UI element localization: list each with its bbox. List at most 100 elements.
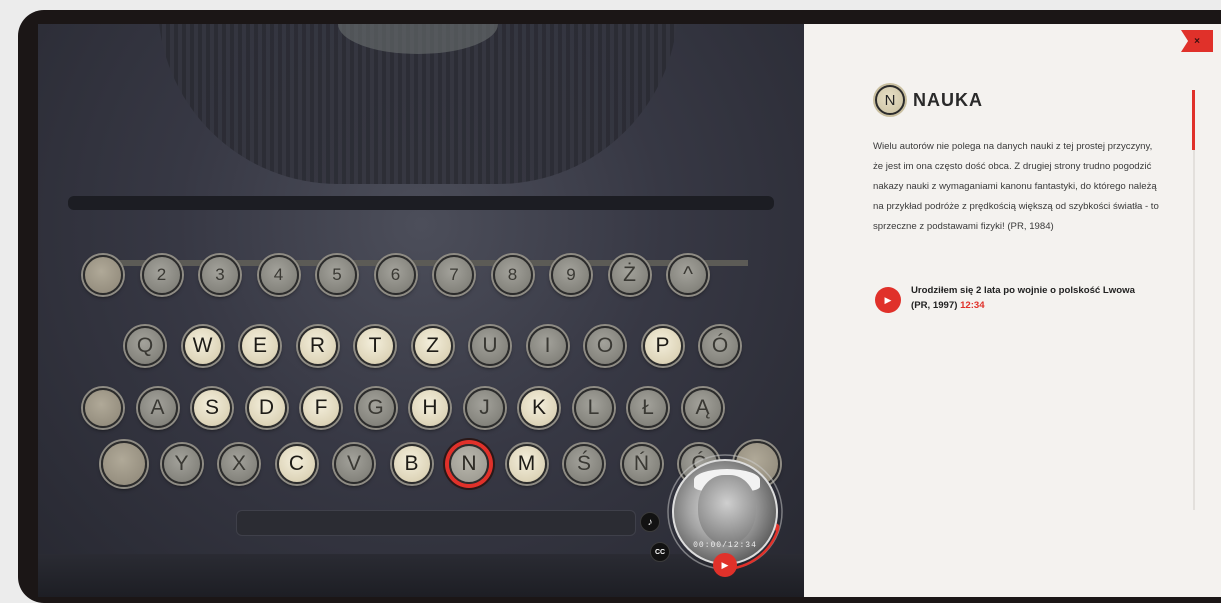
portrait-face bbox=[698, 475, 756, 545]
entry-title: NAUKA bbox=[913, 89, 983, 110]
key-w[interactable]: W bbox=[182, 326, 223, 366]
key-label: B bbox=[404, 452, 419, 475]
key-r[interactable]: R bbox=[297, 326, 338, 366]
key-f[interactable]: F bbox=[301, 388, 341, 428]
key-u[interactable]: U bbox=[470, 326, 510, 366]
key-q[interactable]: Q bbox=[125, 326, 165, 366]
key-label: Ż bbox=[623, 263, 636, 286]
key-label: J bbox=[479, 396, 490, 419]
key-l-stroke[interactable]: Ł bbox=[628, 388, 668, 428]
key-blank bbox=[83, 255, 123, 295]
key-3[interactable]: 3 bbox=[200, 255, 240, 295]
clip-title[interactable]: Urodziłem się 2 lata po wojnie o polskoś… bbox=[911, 283, 1155, 313]
clip-duration: 12:34 bbox=[960, 300, 985, 311]
key-label: H bbox=[422, 396, 438, 419]
key-v[interactable]: V bbox=[334, 444, 374, 484]
key-z-dot[interactable]: Ż bbox=[609, 255, 650, 295]
spacebar bbox=[236, 510, 636, 536]
key-label: U bbox=[482, 334, 498, 357]
key-6[interactable]: 6 bbox=[375, 255, 416, 295]
key-label: D bbox=[258, 396, 275, 419]
key-o[interactable]: O bbox=[585, 326, 625, 366]
portrait-play-button[interactable]: ▶ bbox=[713, 553, 737, 577]
key-o-acute[interactable]: Ó bbox=[700, 326, 740, 366]
key-s-acute[interactable]: Ś bbox=[564, 444, 604, 484]
play-icon: ▶ bbox=[721, 559, 729, 570]
key-4[interactable]: 4 bbox=[258, 255, 299, 295]
key-label: Ś bbox=[576, 452, 591, 475]
key-d[interactable]: D bbox=[246, 388, 287, 428]
key-label: ^ bbox=[683, 263, 693, 286]
key-label: L bbox=[587, 396, 600, 419]
key-blank bbox=[101, 441, 147, 487]
key-label: G bbox=[367, 396, 384, 419]
key-g[interactable]: G bbox=[355, 388, 396, 428]
key-8[interactable]: 8 bbox=[492, 255, 533, 295]
key-k[interactable]: K bbox=[519, 388, 559, 428]
key-label: T bbox=[368, 334, 382, 357]
key-i[interactable]: I bbox=[527, 326, 568, 366]
key-z[interactable]: Z bbox=[412, 326, 453, 366]
key-5[interactable]: 5 bbox=[317, 255, 357, 295]
key-j[interactable]: J bbox=[464, 388, 505, 428]
key-n[interactable]: N bbox=[449, 444, 489, 484]
key-label: W bbox=[192, 334, 213, 357]
key-e[interactable]: E bbox=[240, 326, 280, 366]
entry-body: Wielu autorów nie polega na danych nauki… bbox=[873, 141, 1159, 232]
play-icon: ▶ bbox=[884, 294, 892, 305]
key-label: N bbox=[461, 452, 477, 475]
key-7[interactable]: 7 bbox=[434, 255, 474, 295]
key-label: Ł bbox=[642, 396, 654, 419]
key-label: M bbox=[517, 452, 536, 475]
key-caret[interactable]: ^ bbox=[668, 255, 708, 295]
key-m[interactable]: M bbox=[506, 444, 547, 484]
narrator-portrait[interactable]: 00:00/12:34 bbox=[672, 459, 778, 565]
key-label: C bbox=[288, 452, 305, 475]
key-label: I bbox=[544, 334, 551, 357]
scrollbar-thumb[interactable] bbox=[1192, 90, 1195, 150]
key-y[interactable]: Y bbox=[161, 444, 202, 484]
key-label: V bbox=[346, 452, 361, 475]
entry-header: N NAUKA bbox=[875, 85, 983, 115]
key-s[interactable]: S bbox=[192, 388, 232, 428]
key-label: S bbox=[204, 396, 219, 419]
key-h[interactable]: H bbox=[410, 388, 450, 428]
key-a[interactable]: A bbox=[137, 388, 178, 428]
key-b[interactable]: B bbox=[391, 444, 432, 484]
key-l[interactable]: L bbox=[573, 388, 614, 428]
key-label: X bbox=[231, 452, 246, 475]
clip-title-text: Urodziłem się 2 lata po wojnie o polskoś… bbox=[911, 285, 1135, 311]
scrollbar-track[interactable] bbox=[1193, 90, 1195, 510]
key-t[interactable]: T bbox=[355, 326, 395, 366]
music-icon: ♪ bbox=[647, 516, 653, 528]
key-label: A bbox=[150, 396, 165, 419]
key-9[interactable]: 9 bbox=[551, 255, 591, 295]
key-label: P bbox=[655, 334, 670, 357]
close-icon: × bbox=[1194, 35, 1200, 47]
music-button[interactable]: ♪ bbox=[640, 512, 660, 532]
clip-play-button[interactable]: ▶ bbox=[875, 287, 901, 313]
key-a-ogonek[interactable]: Ą bbox=[682, 388, 723, 428]
key-label: K bbox=[531, 396, 546, 419]
portrait-timecode: 00:00/12:34 bbox=[693, 541, 757, 550]
key-blank bbox=[83, 388, 123, 428]
key-n-acute[interactable]: Ń bbox=[621, 444, 662, 484]
letter-badge-icon: N bbox=[875, 85, 905, 115]
key-label: Ó bbox=[711, 334, 729, 357]
key-label: E bbox=[252, 334, 267, 357]
letter-badge-label: N bbox=[884, 91, 896, 109]
key-p[interactable]: P bbox=[642, 326, 683, 366]
key-label: R bbox=[309, 334, 326, 357]
key-2[interactable]: 2 bbox=[141, 255, 182, 295]
typewriter-bar bbox=[68, 196, 774, 210]
key-label: 8 bbox=[507, 265, 518, 284]
key-label: Z bbox=[426, 334, 439, 357]
key-c[interactable]: C bbox=[276, 444, 317, 484]
audio-clip[interactable]: ▶ Urodziłem się 2 lata po wojnie o polsk… bbox=[875, 283, 1155, 313]
key-label: 7 bbox=[449, 265, 459, 284]
key-label: Q bbox=[136, 334, 154, 357]
key-label: 9 bbox=[566, 265, 576, 284]
key-label: O bbox=[596, 334, 614, 357]
key-label: F bbox=[314, 396, 328, 419]
key-x[interactable]: X bbox=[219, 444, 259, 484]
